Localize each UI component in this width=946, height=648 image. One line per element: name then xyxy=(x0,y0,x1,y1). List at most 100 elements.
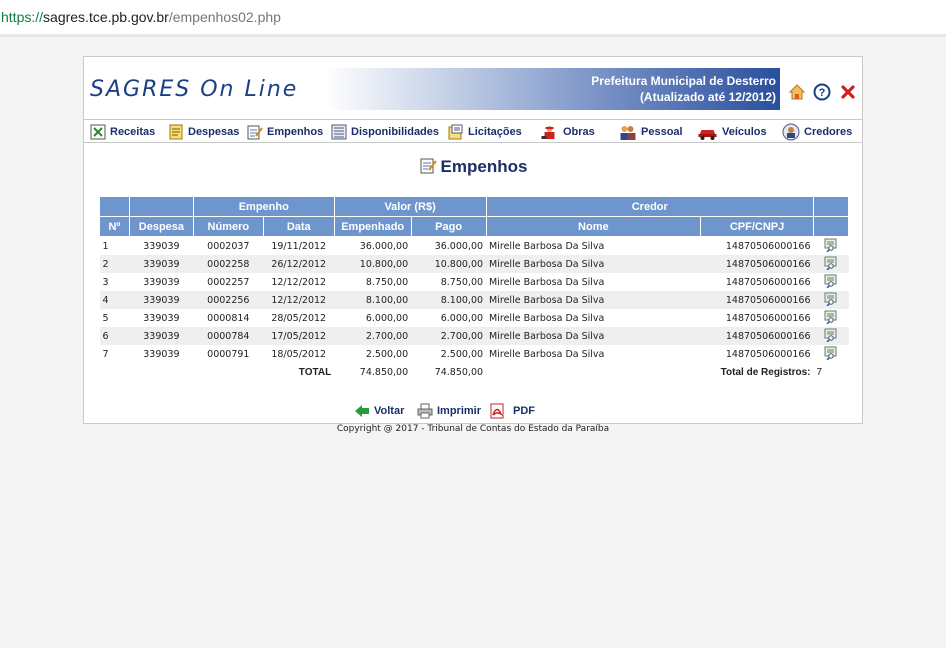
total-registros: 7 xyxy=(813,363,849,381)
menu-despesas[interactable]: Despesas xyxy=(168,123,239,141)
menu-obras-label: Obras xyxy=(563,126,595,138)
col-header-detail xyxy=(813,216,849,237)
cell-pago: 36.000,00 xyxy=(411,236,487,255)
col-header-empenhado[interactable]: Empenhado xyxy=(333,216,412,237)
sagres-logo[interactable]: SAGRES On Line xyxy=(90,77,298,102)
entity-name: Prefeitura Municipal de Desterro xyxy=(591,74,776,88)
group-header-empenho: Empenho xyxy=(192,196,335,217)
document-magnifier-icon[interactable] xyxy=(824,328,838,342)
imprimir-label: Imprimir xyxy=(437,405,482,417)
cell-data: 12/12/2012 xyxy=(263,291,335,309)
cell-despesa: 339039 xyxy=(129,327,194,345)
col-header-numero[interactable]: Número xyxy=(192,216,264,237)
menu-empenhos[interactable]: Empenhos xyxy=(247,123,323,141)
clipboard-icon xyxy=(448,124,463,140)
table-total-row: TOTAL 74.850,00 74.850,00 Total de Regis… xyxy=(99,363,849,381)
pdf-button[interactable]: PDF xyxy=(489,403,535,419)
total-registros-label: Total de Registros: xyxy=(700,363,814,381)
cell-data: 19/11/2012 xyxy=(263,236,335,255)
menu-disponibilidades[interactable]: Disponibilidades xyxy=(331,123,439,141)
menu-obras[interactable]: Obras xyxy=(540,123,595,141)
cell-numero: 0002037 xyxy=(193,236,264,255)
copyright-footer: Copyright @ 2017 - Tribunal de Contas do… xyxy=(336,424,610,434)
cell-despesa: 339039 xyxy=(129,345,194,363)
total-pago: 74.850,00 xyxy=(411,363,487,381)
col-header-pago[interactable]: Pago xyxy=(410,216,487,237)
cell-pago: 8.750,00 xyxy=(411,273,487,291)
menu-receitas-label: Receitas xyxy=(110,126,156,138)
help-icon[interactable]: ? xyxy=(813,83,831,101)
table-group-header-row: Empenho Valor (R$) Credor xyxy=(99,196,849,217)
cell-pago: 10.800,00 xyxy=(411,255,487,273)
document-magnifier-icon[interactable] xyxy=(824,292,838,306)
cell-detail xyxy=(813,255,849,273)
col-header-despesa[interactable]: Despesa xyxy=(128,216,194,237)
cell-detail xyxy=(813,273,849,291)
cell-detail xyxy=(813,309,849,327)
cell-data: 17/05/2012 xyxy=(263,327,335,345)
table-row: 2 339039 0002258 26/12/2012 10.800,00 10.800,… xyxy=(99,255,849,273)
cell-nome: Mirelle Barbosa Da Silva xyxy=(486,309,701,327)
page-title: Empenhos xyxy=(84,157,862,177)
cell-nome: Mirelle Barbosa Da Silva xyxy=(486,345,701,363)
menu-credores[interactable]: Credores xyxy=(782,123,852,141)
menu-despesas-label: Despesas xyxy=(188,126,240,138)
voltar-button[interactable]: Voltar xyxy=(354,403,404,419)
cell-detail xyxy=(813,327,849,345)
page-title-text: Empenhos xyxy=(440,157,528,176)
ledger-icon xyxy=(331,124,347,140)
total-empenhado: 74.850,00 xyxy=(334,363,412,381)
table-row: 7 339039 0000791 18/05/2012 2.500,00 2.500,00… xyxy=(99,345,849,363)
col-header-cpf[interactable]: CPF/CNPJ xyxy=(700,216,814,237)
menu-licitacoes[interactable]: Licitações xyxy=(448,123,522,141)
document-magnifier-icon[interactable] xyxy=(824,310,838,324)
menu-veiculos-label: Veículos xyxy=(722,126,767,138)
cell-despesa: 339039 xyxy=(129,236,194,255)
cell-n: 4 xyxy=(99,291,130,309)
cell-n: 6 xyxy=(99,327,130,345)
voltar-label: Voltar xyxy=(374,405,405,417)
document-edit-icon xyxy=(420,158,437,174)
car-icon xyxy=(698,130,717,140)
cell-detail xyxy=(813,236,849,255)
group-header-empty xyxy=(128,196,194,217)
cell-empenhado: 10.800,00 xyxy=(334,255,412,273)
pdf-icon xyxy=(490,403,504,419)
main-panel: SAGRES On Line Prefeitura Municipal de D… xyxy=(83,56,863,424)
menu-pessoal[interactable]: Pessoal xyxy=(618,123,683,141)
people-icon xyxy=(620,126,636,140)
address-url[interactable]: https://sagres.tce.pb.gov.br/empenhos02.… xyxy=(1,9,281,25)
table-row: 1 339039 0002037 19/11/2012 36.000,00 36.000,… xyxy=(99,236,849,255)
col-header-n[interactable]: Nº xyxy=(99,216,130,237)
home-icon[interactable] xyxy=(788,83,806,101)
table-row: 6 339039 0000784 17/05/2012 2.700,00 2.700,00… xyxy=(99,327,849,345)
cell-cpf: 14870506000166 xyxy=(700,273,814,291)
cell-despesa: 339039 xyxy=(129,309,194,327)
cell-cpf: 14870506000166 xyxy=(700,236,814,255)
cell-nome: Mirelle Barbosa Da Silva xyxy=(486,273,701,291)
cell-cpf: 14870506000166 xyxy=(700,345,814,363)
browser-address-bar[interactable]: https://sagres.tce.pb.gov.br/empenhos02.… xyxy=(0,0,946,35)
main-menu: Receitas Despesas Empenhos Disponibilida… xyxy=(84,119,862,143)
cell-pago: 6.000,00 xyxy=(411,309,487,327)
cell-numero: 0002256 xyxy=(193,291,264,309)
browser-divider xyxy=(0,34,946,37)
menu-receitas[interactable]: Receitas xyxy=(90,123,155,141)
document-magnifier-icon[interactable] xyxy=(824,346,838,360)
cell-numero: 0002258 xyxy=(193,255,264,273)
menu-credores-label: Credores xyxy=(804,126,853,138)
close-icon[interactable] xyxy=(839,83,857,101)
document-magnifier-icon[interactable] xyxy=(824,274,838,288)
menu-empenhos-label: Empenhos xyxy=(267,126,324,138)
imprimir-button[interactable]: Imprimir xyxy=(417,403,481,419)
cell-data: 12/12/2012 xyxy=(263,273,335,291)
menu-veiculos[interactable]: Veículos xyxy=(697,123,767,141)
entity-banner: Prefeitura Municipal de Desterro (Atuali… xyxy=(324,68,780,110)
col-header-data[interactable]: Data xyxy=(262,216,335,237)
col-header-nome[interactable]: Nome xyxy=(485,216,702,237)
actions-bar: Voltar Imprimir PDF xyxy=(84,401,862,421)
group-header-empty xyxy=(813,196,849,217)
cell-cpf: 14870506000166 xyxy=(700,327,814,345)
document-magnifier-icon[interactable] xyxy=(824,256,838,270)
document-magnifier-icon[interactable] xyxy=(824,238,838,252)
